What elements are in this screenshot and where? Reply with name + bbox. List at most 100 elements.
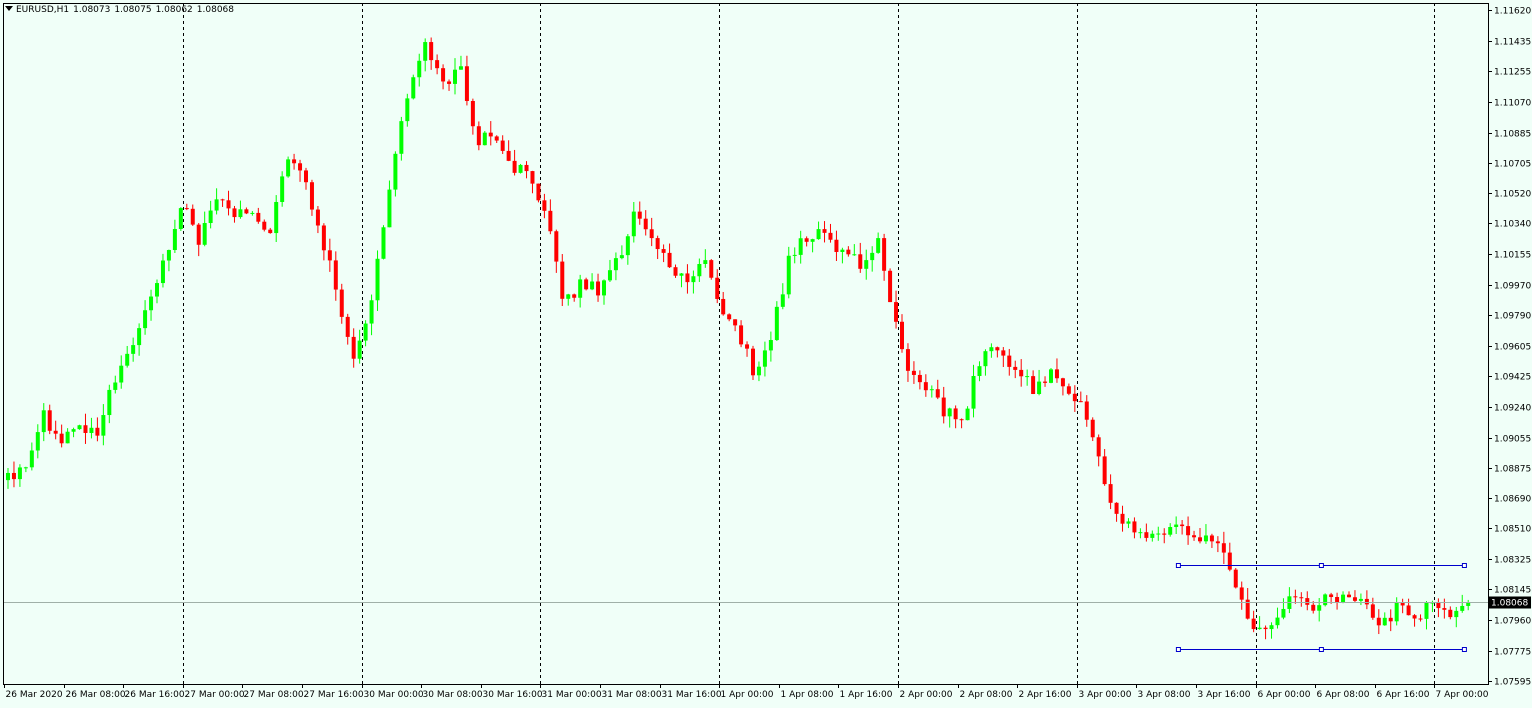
candle-body — [447, 81, 452, 84]
candle-body — [1180, 524, 1185, 527]
candle-body — [1323, 594, 1328, 606]
candle-body — [1352, 597, 1357, 601]
candle-body — [834, 239, 839, 252]
channel-handle[interactable] — [1318, 647, 1324, 652]
candle-body — [1406, 605, 1411, 616]
candle-body — [1060, 378, 1065, 387]
candle-body — [1174, 524, 1179, 528]
candle-body — [172, 228, 177, 251]
candle-body — [1281, 608, 1286, 618]
candle-body — [214, 199, 219, 211]
candle-body — [202, 223, 207, 245]
x-tick-label: 1 Apr 08:00 — [781, 690, 834, 700]
candle-body — [816, 229, 821, 240]
candle-body — [530, 171, 535, 184]
candle-body — [1233, 569, 1238, 588]
candle-body — [917, 374, 922, 383]
x-tick-label: 1 Apr 00:00 — [721, 690, 774, 700]
candle-body — [363, 323, 368, 341]
y-tick-label: 1.09425 — [1494, 373, 1531, 383]
candle-body — [703, 260, 708, 264]
candle-body — [1418, 618, 1423, 620]
y-tick-label: 1.10520 — [1494, 190, 1531, 200]
candle-body — [572, 294, 577, 298]
candle-body — [953, 408, 958, 420]
channel-handle[interactable] — [1175, 647, 1181, 652]
candle-body — [625, 236, 630, 256]
x-tick-label: 2 Apr 16:00 — [1019, 690, 1072, 700]
candle-body — [1400, 602, 1405, 606]
candle-body — [1031, 376, 1036, 395]
candle-body — [590, 281, 595, 290]
low-price: 1.08062 — [155, 5, 193, 15]
candle-body — [929, 389, 934, 391]
candle-body — [315, 209, 320, 226]
candle-body — [536, 183, 541, 201]
candle-body — [1215, 541, 1220, 544]
candle-body — [780, 294, 785, 307]
candle-body — [506, 150, 511, 161]
channel-handle[interactable] — [1461, 563, 1467, 568]
candle-body — [59, 433, 64, 444]
x-tick-label: 30 Mar 08:00 — [423, 690, 483, 700]
candle-body — [143, 310, 148, 329]
candle-body — [1305, 598, 1310, 605]
candle-body — [1120, 513, 1125, 524]
open-price: 1.08073 — [73, 5, 111, 15]
high-price: 1.08075 — [114, 5, 152, 15]
candle-body — [1138, 532, 1143, 534]
candle-body — [65, 431, 70, 444]
candle-body — [470, 100, 475, 127]
candle-body — [262, 221, 267, 230]
chart-header: EURUSD,H1 1.08073 1.08075 1.08062 1.08068 — [5, 5, 234, 15]
candle-body — [77, 425, 82, 430]
candle-body — [1084, 401, 1089, 420]
channel-handle[interactable] — [1318, 563, 1324, 568]
candle-body — [1013, 366, 1018, 370]
candle-body — [1168, 527, 1173, 535]
candle-body — [309, 182, 314, 210]
candle-body — [935, 389, 940, 398]
candle-body — [429, 42, 434, 61]
channel-handle[interactable] — [1175, 563, 1181, 568]
y-tick-label: 1.11255 — [1494, 68, 1531, 78]
candle-body — [375, 258, 380, 301]
candle-body — [1114, 502, 1119, 514]
y-tick-label: 1.08875 — [1494, 465, 1531, 475]
y-tick-label: 1.11435 — [1494, 38, 1531, 48]
candle-body — [387, 189, 392, 228]
dropdown-triangle-icon[interactable] — [5, 6, 13, 11]
candle-body — [244, 209, 249, 214]
candle-body — [1394, 602, 1399, 622]
candle-body — [1192, 535, 1197, 538]
candle-body — [256, 212, 261, 222]
candle-body — [1025, 376, 1030, 378]
candle-body — [1162, 533, 1167, 535]
candle-body — [405, 98, 410, 122]
y-tick-label: 1.10155 — [1494, 251, 1531, 261]
y-tick-label: 1.07595 — [1494, 678, 1531, 688]
candle-body — [29, 450, 34, 468]
candle-body — [1239, 587, 1244, 600]
candle-body — [768, 340, 773, 351]
candle-body — [518, 164, 523, 173]
candle-body — [1037, 381, 1042, 395]
candle-body — [1329, 594, 1334, 598]
x-tick-label: 6 Apr 16:00 — [1377, 690, 1430, 700]
candle-body — [53, 430, 58, 434]
candle-body — [113, 382, 118, 390]
y-tick-label: 1.09790 — [1494, 312, 1531, 322]
channel-handle[interactable] — [1461, 647, 1467, 652]
candle-body — [321, 225, 326, 251]
candle-body — [1066, 386, 1071, 394]
x-tick-label: 27 Mar 00:00 — [185, 690, 245, 700]
candle-body — [756, 366, 761, 376]
candle-body — [971, 375, 976, 409]
candle-body — [1257, 627, 1262, 630]
candle-body — [584, 279, 589, 290]
price-chart[interactable]: 1.11620 1.11435 1.11255 1.11070 1.10885 1.107… — [0, 0, 1532, 704]
chart-area[interactable]: 1.11620 1.11435 1.11255 1.11070 1.10885 1.107… — [0, 0, 1532, 704]
candle-body — [160, 260, 165, 284]
candle-body — [512, 160, 517, 173]
x-tick-label: 31 Mar 16:00 — [662, 690, 722, 700]
